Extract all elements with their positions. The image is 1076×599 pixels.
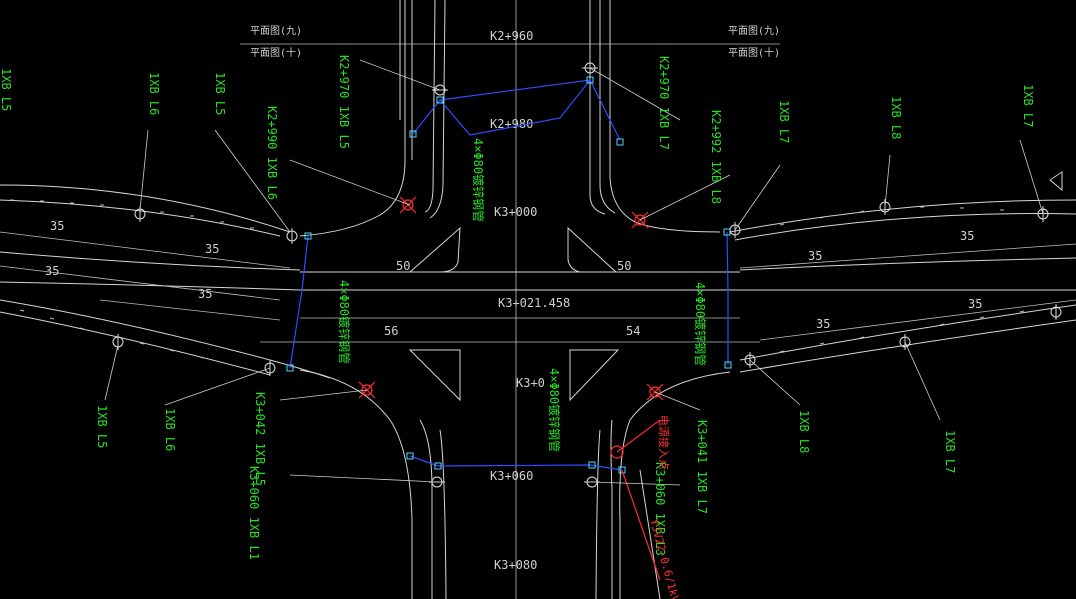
dim-35-west-mid: 35 <box>205 242 219 256</box>
pole-tag-1: 1XB L5 <box>0 68 13 111</box>
station-k3-060: K3+060 <box>490 469 533 483</box>
sheet-ref-top-left-1: 平面图(九) <box>250 25 302 37</box>
pole-tag-12: 1XB L6 <box>163 408 177 451</box>
dim-50-right: 50 <box>617 259 631 273</box>
red-markers <box>358 196 664 581</box>
pole-tag-14: K3+060 1XB L1 <box>247 466 261 560</box>
dim-35-west-low: 35 <box>45 264 59 278</box>
power-entry-note: 电源接入点 <box>657 415 671 470</box>
pole-tag-8: 1XB L7 <box>777 100 791 143</box>
pole-tag-2: 1XB L6 <box>147 72 161 115</box>
pole-tag-17: 1XB L7 <box>943 430 957 473</box>
dim-54: 54 <box>626 324 640 338</box>
dim-35-east-low: 35 <box>968 297 982 311</box>
north-arrow-fragment <box>1049 171 1063 192</box>
cad-drawing-canvas: 平面图(九) 平面图(十) 平面图(九) 平面图(十) K2+960 K2+98… <box>0 0 1076 599</box>
cable-east <box>726 231 729 365</box>
pole-tag-4: K2+990 1XB L6 <box>265 106 279 200</box>
pole-tag-11: 1XB L5 <box>95 405 109 448</box>
conduit-south: 4×Φ80镀锌钢管 <box>547 368 562 452</box>
pole-tag-10: 1XB L7 <box>1021 84 1035 127</box>
station-k2-960: K2+960 <box>490 29 533 43</box>
pole-tag-6: K2+970 1XB L7 <box>657 56 671 150</box>
pole-tag-9: 1XB L8 <box>889 96 903 139</box>
station-k3-040: K3+0 <box>516 376 545 390</box>
station-k3-000: K3+000 <box>494 205 537 219</box>
cable-west <box>289 235 309 369</box>
cable-north-loop <box>439 79 591 136</box>
pole-tag-5: K2+970 1XB L5 <box>337 55 351 149</box>
west-road <box>0 184 331 379</box>
curb-ticks <box>10 199 1025 359</box>
intersection-lines <box>260 226 760 402</box>
dim-35-west-bottom: 35 <box>198 287 212 301</box>
station-k3-021: K3+021.458 <box>498 296 570 310</box>
station-k3-080: K3+080 <box>494 558 537 572</box>
sheet-ref-top-left-2: 平面图(十) <box>250 46 302 59</box>
dim-35-east-bottom: 35 <box>816 317 830 331</box>
dim-35-west-upper: 35 <box>50 219 64 233</box>
pole-tag-16: 1XB L8 <box>797 410 811 453</box>
sheet-ref-top-right-2: 平面图(十) <box>728 46 780 59</box>
dim-56: 56 <box>384 324 398 338</box>
dimension-annotations: 35 35 35 35 35 35 35 35 50 50 56 54 <box>0 219 1076 341</box>
pole-tag-7: K2+992 1XB L8 <box>709 110 723 204</box>
conduit-east: 4×Φ80镀锌钢管 <box>693 282 708 366</box>
conduit-north: 4×Φ80镀锌钢管 <box>471 138 486 222</box>
sheet-ref-top-right-1: 平面图(九) <box>728 25 780 37</box>
pole-tag-3: 1XB L5 <box>213 72 227 115</box>
station-labels: K2+960 K2+980 K3+000 K3+021.458 K3+0 K3+… <box>490 29 570 572</box>
pole-node <box>1050 304 1062 320</box>
conduit-west: 4×Φ80镀锌钢管 <box>337 280 352 364</box>
pole-tag-15: K3+041 1XB L7 <box>695 420 709 514</box>
dim-35-east-upper: 35 <box>960 229 974 243</box>
dim-35-east-mid: 35 <box>808 249 822 263</box>
dim-50-left: 50 <box>396 259 410 273</box>
